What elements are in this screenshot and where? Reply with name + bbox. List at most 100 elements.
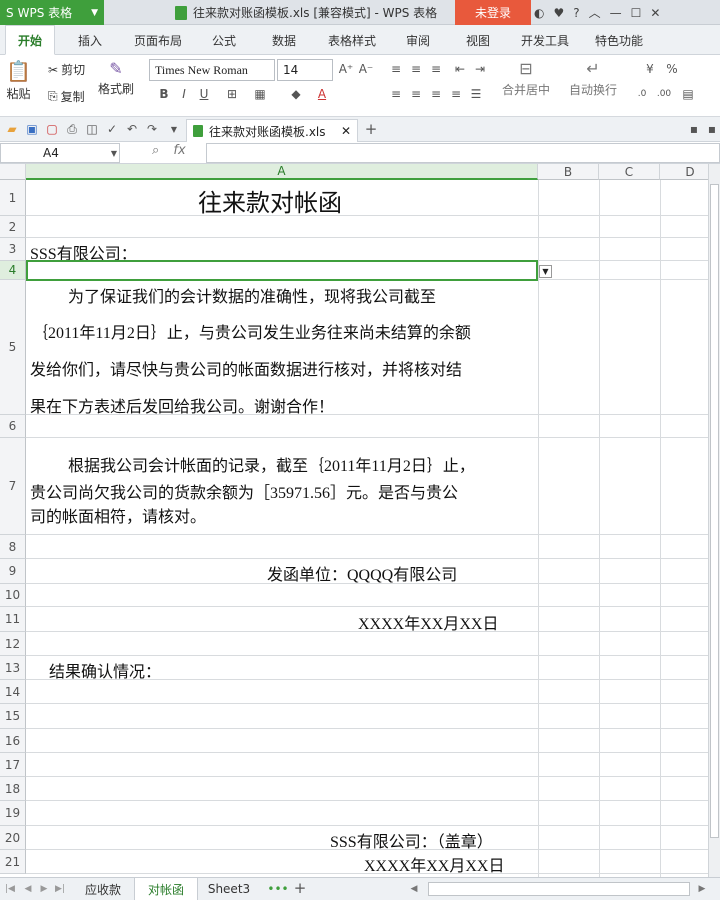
indent-increase-icon[interactable]: ⇥ — [472, 62, 488, 76]
horizontal-scrollbar[interactable] — [428, 882, 690, 896]
underline-icon[interactable]: U — [196, 87, 212, 101]
align-left-icon[interactable]: ≡ — [388, 87, 404, 101]
row-header[interactable]: 14 — [0, 680, 26, 704]
tab-table-style[interactable]: 表格样式 — [328, 25, 376, 55]
tab-developer[interactable]: 开发工具 — [521, 25, 569, 55]
row-header[interactable]: 15 — [0, 704, 26, 729]
row-header[interactable]: 16 — [0, 729, 26, 753]
row-header[interactable]: 6 — [0, 415, 26, 438]
select-all-corner[interactable] — [0, 164, 26, 180]
quick-access-dropdown-icon[interactable]: ▼ — [166, 123, 182, 135]
sheet-tab-receivables[interactable]: 应收款 — [72, 878, 134, 900]
last-sheet-icon[interactable]: ▶| — [52, 883, 68, 895]
prev-sheet-icon[interactable]: ◀ — [20, 883, 36, 895]
decrease-font-icon[interactable]: A⁻ — [358, 62, 374, 76]
align-bottom-icon[interactable]: ≡ — [428, 62, 444, 76]
row-header[interactable]: 3 — [0, 238, 26, 261]
row-header[interactable]: 11 — [0, 607, 26, 632]
next-sheet-icon[interactable]: ▶ — [36, 883, 52, 895]
column-header-b[interactable]: B — [538, 164, 599, 180]
minimize-icon[interactable]: — — [610, 6, 622, 20]
undo-icon[interactable]: ↶ — [124, 122, 140, 136]
cell-dropdown-icon[interactable]: ▼ — [539, 265, 552, 278]
tab-home[interactable]: 开始 — [5, 25, 56, 55]
export-pdf-icon[interactable]: ▢ — [44, 122, 60, 136]
name-box[interactable]: A4 — [0, 143, 120, 163]
print-preview-icon[interactable]: ◫ — [84, 122, 100, 136]
add-sheet-icon[interactable]: + — [292, 879, 308, 897]
scroll-left-icon[interactable]: ◀ — [406, 883, 422, 895]
maximize-icon[interactable]: ☐ — [631, 6, 642, 20]
row-header[interactable]: 12 — [0, 632, 26, 656]
scroll-right-icon[interactable]: ▶ — [694, 883, 710, 895]
row-header[interactable]: 13 — [0, 656, 26, 680]
cut-button[interactable]: ✂ 剪切 — [48, 61, 85, 78]
row-header[interactable]: 5 — [0, 280, 26, 415]
vertical-scroll-thumb[interactable] — [710, 184, 719, 838]
tab-data[interactable]: 数据 — [272, 25, 296, 55]
close-icon[interactable]: ✕ — [650, 6, 660, 20]
tab-formulas[interactable]: 公式 — [212, 25, 236, 55]
sheet-tab-statement[interactable]: 对帐函 — [134, 878, 198, 900]
save-icon[interactable]: ▣ — [24, 122, 40, 136]
formula-input[interactable] — [206, 143, 720, 163]
align-right-icon[interactable]: ≡ — [428, 87, 444, 101]
tab-special[interactable]: 特色功能 — [595, 25, 643, 55]
zoom-search-icon[interactable]: ⌕ — [152, 143, 159, 158]
tab-page-layout[interactable]: 页面布局 — [134, 25, 182, 55]
row-header[interactable]: 1 — [0, 180, 26, 216]
name-box-dropdown-icon[interactable]: ▼ — [106, 147, 122, 159]
login-button[interactable]: 未登录 — [455, 0, 531, 25]
row-header[interactable]: 19 — [0, 801, 26, 826]
percent-icon[interactable]: % — [664, 62, 680, 76]
increase-decimal-icon[interactable]: .0 — [634, 88, 650, 100]
fx-icon[interactable]: fx — [173, 143, 185, 158]
minimize-doc-icon[interactable]: ▪ — [686, 122, 702, 136]
border-icon[interactable]: ⊞ — [224, 87, 240, 101]
justify-icon[interactable]: ≡ — [448, 87, 464, 101]
redo-icon[interactable]: ↷ — [144, 122, 160, 136]
tab-insert[interactable]: 插入 — [78, 25, 102, 55]
number-format-icon[interactable]: ▤ — [680, 87, 696, 101]
row-header[interactable]: 21 — [0, 850, 26, 874]
shirt-icon[interactable]: ♥ — [553, 6, 564, 20]
decrease-decimal-icon[interactable]: .00 — [656, 88, 672, 100]
cell-style-icon[interactable]: ▦ — [252, 87, 268, 101]
open-folder-icon[interactable]: ▰ — [4, 122, 20, 136]
help-icon[interactable]: ? — [573, 6, 579, 20]
column-header-a[interactable]: A — [26, 164, 538, 180]
spreadsheet-grid[interactable]: A B C D 1 2 3 4 5 6 7 8 9 10 11 12 13 14… — [0, 164, 708, 877]
indent-decrease-icon[interactable]: ⇤ — [452, 62, 468, 76]
align-center-icon[interactable]: ≡ — [408, 87, 424, 101]
column-header-c[interactable]: C — [599, 164, 660, 180]
close-tab-icon[interactable]: ✕ — [341, 124, 351, 138]
spellcheck-icon[interactable]: ✓ — [104, 122, 120, 136]
wrap-text-button[interactable]: ↵ 自动换行 — [569, 59, 617, 98]
row-header[interactable]: 18 — [0, 777, 26, 801]
paste-button[interactable]: 📋 粘贴 — [6, 59, 31, 102]
skin-icon[interactable]: ◐ — [534, 6, 544, 20]
align-middle-icon[interactable]: ≡ — [408, 62, 424, 76]
document-tab[interactable]: 往来款对账函模板.xls ✕ — [186, 119, 358, 142]
print-icon[interactable]: ⎙ — [64, 122, 80, 136]
row-header[interactable]: 10 — [0, 584, 26, 607]
currency-icon[interactable]: ¥ — [642, 62, 658, 76]
close-doc-icon[interactable]: ▪ — [704, 122, 720, 136]
sheet-tab-sheet3[interactable]: Sheet3 — [198, 878, 260, 900]
tab-review[interactable]: 审阅 — [406, 25, 430, 55]
font-color-icon[interactable]: A — [314, 87, 330, 101]
new-tab-icon[interactable]: + — [363, 120, 379, 138]
italic-icon[interactable]: I — [176, 87, 192, 101]
first-sheet-icon[interactable]: |◀ — [2, 883, 18, 895]
copy-button[interactable]: ⎘ 复制 — [48, 88, 85, 105]
row-header[interactable]: 2 — [0, 216, 26, 238]
row-header[interactable]: 9 — [0, 559, 26, 584]
active-cell-a4[interactable] — [26, 260, 538, 281]
merge-center-button[interactable]: ⊟ 合并居中 — [502, 59, 550, 98]
tab-view[interactable]: 视图 — [466, 25, 490, 55]
font-name-select[interactable]: Times New Roman — [149, 59, 275, 81]
row-header[interactable]: 20 — [0, 826, 26, 850]
font-size-select[interactable]: 14 — [277, 59, 333, 81]
row-header[interactable]: 7 — [0, 438, 26, 535]
row-header[interactable]: 17 — [0, 753, 26, 777]
